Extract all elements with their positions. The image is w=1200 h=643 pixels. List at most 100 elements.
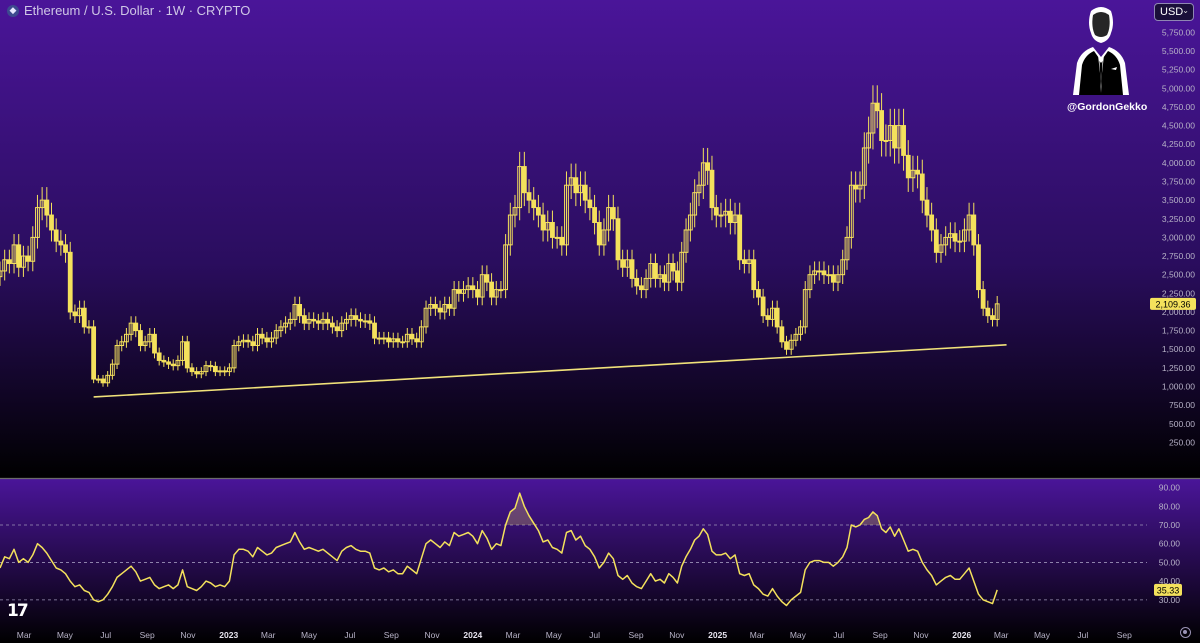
candle bbox=[358, 318, 363, 322]
candle bbox=[381, 337, 387, 340]
candle bbox=[521, 166, 527, 194]
candle bbox=[582, 184, 588, 201]
candle bbox=[329, 322, 335, 328]
candle bbox=[596, 221, 602, 246]
time-tick-label: Sep bbox=[628, 630, 643, 640]
candle bbox=[620, 259, 626, 268]
candle bbox=[432, 304, 438, 309]
candle bbox=[217, 370, 223, 373]
candle bbox=[737, 214, 743, 261]
candle bbox=[830, 274, 836, 283]
candle bbox=[592, 207, 597, 223]
candle bbox=[81, 307, 87, 328]
candle bbox=[883, 139, 889, 142]
candle bbox=[727, 210, 733, 223]
time-tick-label: May bbox=[790, 630, 807, 640]
time-tick-label: May bbox=[301, 630, 318, 640]
candle bbox=[826, 274, 832, 277]
price-tick-label: 250.00 bbox=[1169, 437, 1195, 447]
price-tick-label: 2,750.00 bbox=[1162, 251, 1195, 261]
candle bbox=[915, 169, 921, 175]
candle bbox=[559, 236, 565, 246]
candle bbox=[189, 367, 195, 373]
candle bbox=[372, 322, 377, 339]
candle bbox=[484, 274, 490, 283]
candle bbox=[475, 289, 480, 298]
candle bbox=[498, 289, 504, 292]
candle bbox=[705, 162, 711, 171]
time-tick-label: Mar bbox=[994, 630, 1009, 640]
price-tick-label: 1,500.00 bbox=[1162, 344, 1195, 354]
candle bbox=[138, 330, 143, 347]
candle bbox=[264, 337, 270, 343]
candle bbox=[362, 320, 368, 323]
candle bbox=[874, 102, 880, 112]
time-tick-label: Mar bbox=[261, 630, 276, 640]
candle bbox=[709, 169, 715, 209]
time-tick-label: Jul bbox=[1077, 630, 1088, 640]
price-tick-label: 3,250.00 bbox=[1162, 214, 1195, 224]
candle bbox=[67, 251, 73, 313]
rsi-pane-bg bbox=[0, 479, 1200, 643]
candle bbox=[414, 338, 420, 343]
gear-icon[interactable] bbox=[1180, 627, 1191, 638]
candle bbox=[376, 337, 382, 340]
currency-label: USD bbox=[1160, 6, 1184, 18]
candle bbox=[924, 199, 930, 216]
time-tick-label: 2026 bbox=[952, 630, 971, 640]
suited-man-silhouette-icon bbox=[1073, 7, 1129, 95]
rsi-tick-label: 50.00 bbox=[1159, 557, 1181, 567]
rsi-tick-label: 30.00 bbox=[1159, 595, 1181, 605]
candle bbox=[662, 274, 667, 283]
candle bbox=[297, 304, 303, 317]
candle bbox=[751, 259, 757, 291]
candle bbox=[456, 289, 462, 294]
price-tick-label: 4,750.00 bbox=[1162, 102, 1195, 112]
time-tick-label: Mar bbox=[506, 630, 521, 640]
candle bbox=[670, 263, 676, 272]
candle bbox=[535, 207, 541, 216]
time-tick-label: Nov bbox=[424, 630, 440, 640]
price-tick-label: 1,750.00 bbox=[1162, 326, 1195, 336]
time-tick-label: Mar bbox=[17, 630, 32, 640]
candle bbox=[821, 270, 827, 276]
candle bbox=[53, 229, 59, 242]
price-tick-label: 1,250.00 bbox=[1162, 363, 1195, 373]
symbol-header[interactable]: ◆ Ethereum / U.S. Dollar · 1W · CRYPTO bbox=[7, 3, 250, 18]
last-price-label: 2,109.36 bbox=[1155, 299, 1190, 309]
price-tick-label: 750.00 bbox=[1169, 400, 1195, 410]
price-tick-label: 3,500.00 bbox=[1162, 195, 1195, 205]
candle bbox=[741, 259, 747, 265]
currency-selector[interactable]: USD ⌄ bbox=[1154, 3, 1194, 21]
time-tick-label: Jul bbox=[100, 630, 111, 640]
candle bbox=[653, 263, 658, 279]
candle bbox=[489, 281, 494, 298]
time-tick-label: May bbox=[57, 630, 74, 640]
price-tick-label: 4,500.00 bbox=[1162, 121, 1195, 131]
candle bbox=[222, 370, 228, 373]
candle bbox=[133, 322, 139, 332]
symbol-title: Ethereum / U.S. Dollar · 1W · CRYPTO bbox=[24, 3, 251, 18]
candle bbox=[971, 214, 977, 246]
price-tick-label: 2,250.00 bbox=[1162, 288, 1195, 298]
candle bbox=[447, 304, 452, 309]
candle bbox=[58, 240, 64, 246]
candle bbox=[674, 270, 680, 283]
candle bbox=[386, 337, 391, 343]
candle bbox=[152, 333, 157, 354]
rsi-tick-label: 70.00 bbox=[1159, 520, 1181, 530]
candle bbox=[353, 315, 359, 320]
tradingview-logo[interactable]: 17 bbox=[7, 601, 29, 621]
candle bbox=[156, 352, 162, 361]
candle bbox=[919, 173, 925, 201]
candle bbox=[765, 315, 771, 320]
candle bbox=[756, 289, 761, 298]
candle bbox=[245, 339, 251, 343]
candle bbox=[208, 365, 214, 368]
candle bbox=[6, 259, 12, 265]
price-tick-label: 2,500.00 bbox=[1162, 270, 1195, 280]
candle bbox=[905, 154, 911, 179]
chart-canvas[interactable]: 5,750.00 5,500.00 5,250.00 5,000.00 4,750.00… bbox=[0, 0, 1200, 643]
candle bbox=[400, 341, 406, 344]
time-tick-label: Nov bbox=[913, 630, 929, 640]
